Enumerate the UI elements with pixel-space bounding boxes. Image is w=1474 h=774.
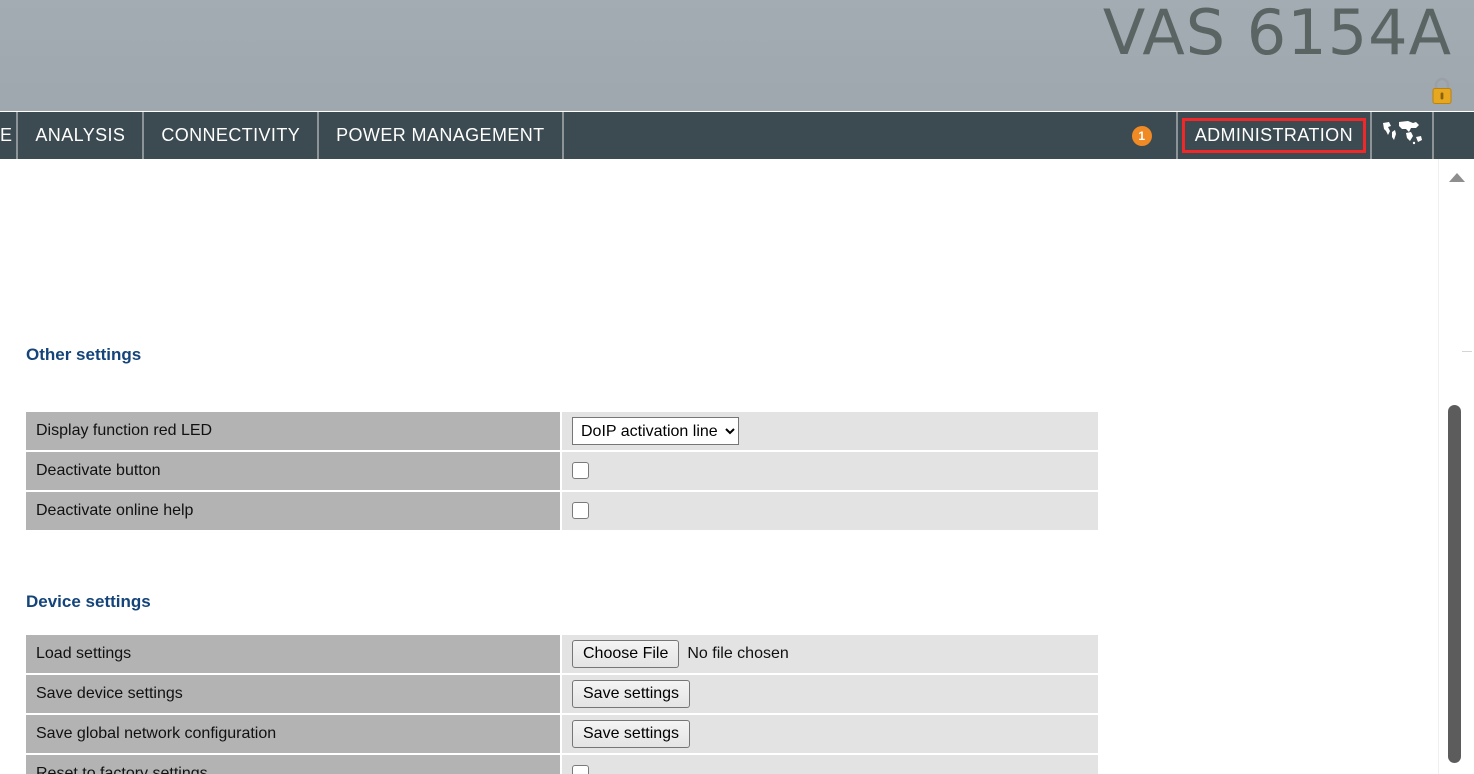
row-value-deactivate-button (562, 452, 1098, 490)
row-label-reset-to-factory-settings: Reset to factory settings (26, 755, 562, 774)
scrollbar-track-mark (1462, 351, 1472, 352)
nav-item-analysis[interactable]: ANALYSIS (18, 112, 145, 159)
page-banner: VAS 6154A (0, 0, 1474, 111)
table-row: Load settings Choose File No file chosen (26, 635, 1098, 673)
display-function-red-led-select[interactable]: DoIP activation line (572, 417, 739, 445)
row-value-reset-to-factory-settings (562, 755, 1098, 774)
row-value-save-device-settings: Save settings (562, 675, 1098, 713)
nav-item-power-management[interactable]: POWER MANAGEMENT (319, 112, 564, 159)
reset-to-factory-settings-checkbox[interactable] (572, 765, 589, 774)
deactivate-button-checkbox[interactable] (572, 462, 589, 480)
step-badge-1: 1 (1131, 125, 1152, 146)
nav-item-partial[interactable]: E (0, 112, 19, 159)
file-chosen-status: No file chosen (687, 645, 789, 662)
row-value-load-settings: Choose File No file chosen (562, 635, 1098, 673)
device-settings-table: Load settings Choose File No file chosen… (26, 633, 1098, 774)
nav-administration-container: ADMINISTRATION (1177, 112, 1372, 159)
deactivate-online-help-checkbox[interactable] (572, 502, 589, 520)
table-row: Deactivate button (26, 452, 1098, 490)
nav-end-spacer (1434, 112, 1474, 159)
row-value-display-function-red-led: DoIP activation line (562, 412, 1098, 450)
row-label-deactivate-button: Deactivate button (26, 452, 562, 490)
row-label-display-function-red-led: Display function red LED (26, 412, 562, 450)
row-label-load-settings: Load settings (26, 635, 562, 673)
page-scrollbar[interactable] (1438, 159, 1474, 774)
table-row: Save device settings Save settings (26, 675, 1098, 713)
save-device-settings-button[interactable]: Save settings (572, 680, 691, 708)
row-value-deactivate-online-help (562, 492, 1098, 530)
save-global-network-configuration-button[interactable]: Save settings (572, 720, 691, 748)
application-window: VAS 6154A E ANALYSIS CONNECTIVITY POWER … (0, 0, 1474, 774)
main-navigation-bar: E ANALYSIS CONNECTIVITY POWER MANAGEMENT… (0, 111, 1474, 159)
nav-item-connectivity[interactable]: CONNECTIVITY (144, 112, 320, 159)
table-row: Save global network configuration Save s… (26, 715, 1098, 753)
row-label-save-device-settings: Save device settings (26, 675, 562, 713)
table-row: Display function red LED DoIP activation… (26, 412, 1098, 450)
padlock-locked-icon (1430, 76, 1454, 106)
language-globe-button[interactable] (1372, 112, 1434, 159)
scroll-up-arrow-icon[interactable] (1448, 173, 1465, 182)
table-row: Reset to factory settings (26, 755, 1098, 774)
scrollbar-thumb[interactable] (1448, 405, 1461, 763)
section-title-device-settings: Device settings (26, 592, 151, 611)
row-label-save-global-network-configuration: Save global network configuration (26, 715, 562, 753)
world-map-icon (1380, 120, 1424, 151)
table-row: Deactivate online help (26, 492, 1098, 530)
row-label-deactivate-online-help: Deactivate online help (26, 492, 562, 530)
device-model-title: VAS 6154A (1102, 0, 1452, 69)
nav-item-administration[interactable]: ADMINISTRATION (1181, 118, 1366, 153)
nav-spacer: 1 (563, 112, 1178, 159)
section-title-other-settings: Other settings (26, 345, 142, 364)
row-value-save-global-network-configuration: Save settings (562, 715, 1098, 753)
other-settings-table: Display function red LED DoIP activation… (26, 410, 1098, 532)
choose-file-button[interactable]: Choose File (572, 640, 680, 668)
settings-content-area: Other settings Display function red LED … (0, 159, 1438, 774)
